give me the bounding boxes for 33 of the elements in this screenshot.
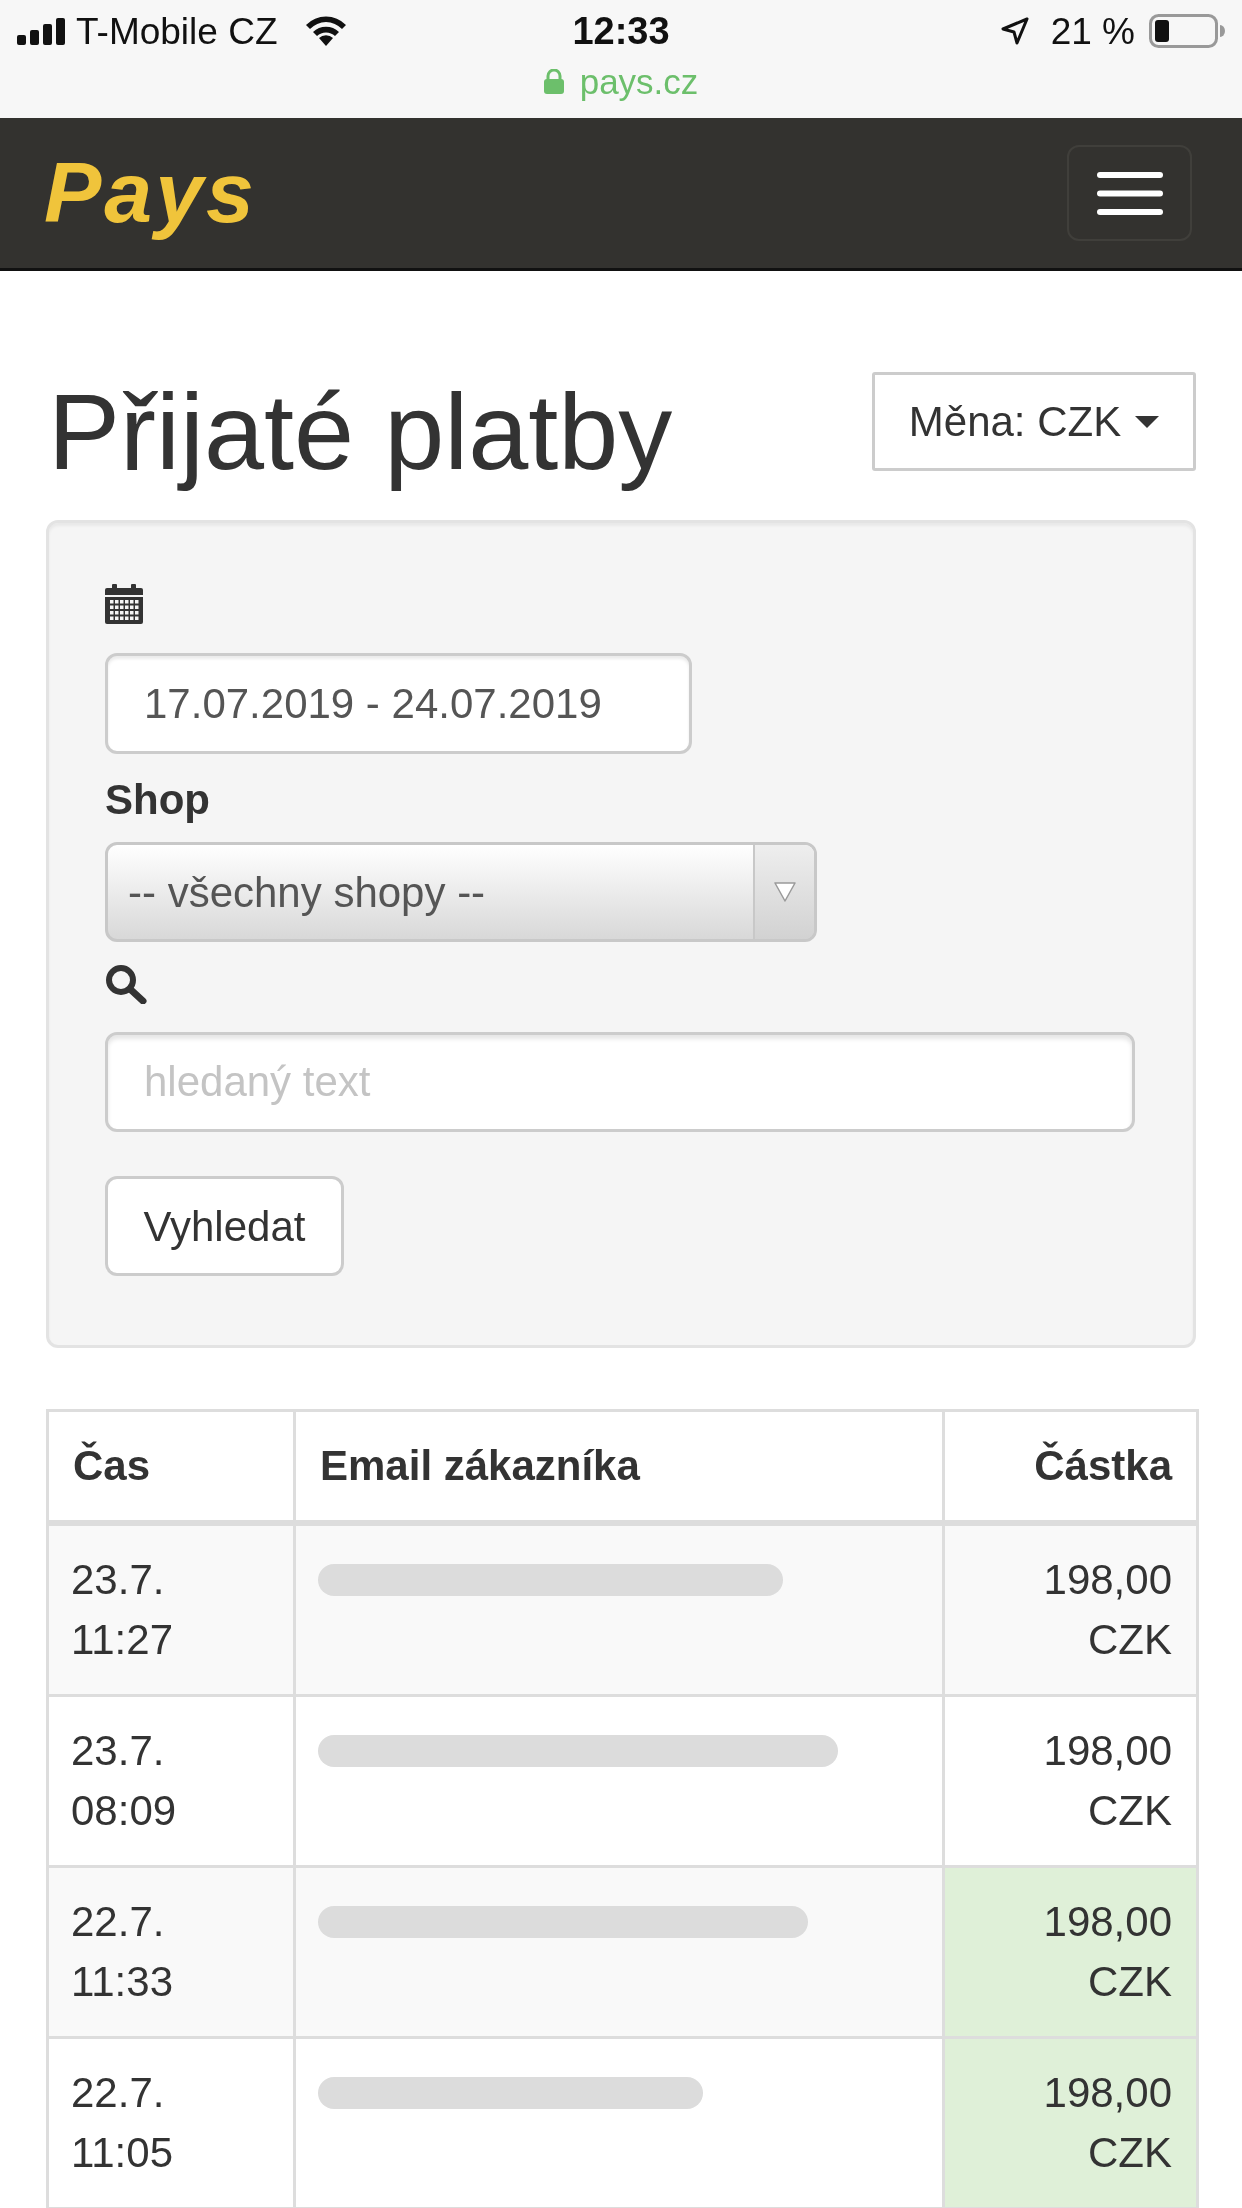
date-range-field[interactable]: 17.07.2019 - 24.07.2019 [105,653,692,754]
table-cell: 23.7. 11:27 [47,1523,295,1696]
wifi-icon [305,16,348,46]
battery-percent: 21 % [1050,12,1135,50]
table-cell: 198,00 CZK [943,1523,1198,1696]
logo[interactable]: Pays [40,137,271,249]
menu-icon [1096,171,1163,215]
battery-icon [1149,14,1225,48]
location-arrow-icon [1000,17,1029,45]
signal-icon [17,17,66,45]
clock-time: 12:33 [572,12,670,50]
dropdown-arrow-icon [773,882,796,902]
calendar-icon [105,584,143,624]
table-cell: 22.7. 11:05 [47,2037,295,2208]
table-cell: 23.7. 08:09 [47,1695,295,1867]
carrier-name: T-Mobile CZ [76,12,278,50]
search-field[interactable]: hledaný text [105,1032,1135,1132]
table-cell: 22.7. 11:33 [47,1866,295,2038]
table-cell: 198,00 CZK [943,2037,1198,2208]
search-button[interactable]: Vyhledat [105,1176,344,1276]
menu-button[interactable] [1067,145,1192,241]
column-header: Email zákazníka [294,1410,944,1523]
currency-dropdown[interactable]: Měna: CZK [872,372,1196,471]
column-header: Čas [47,1410,295,1523]
lock-icon [543,68,564,94]
page-title: Přijaté platby [47,372,673,491]
column-header: Částka [943,1410,1198,1523]
shop-select[interactable]: -- všechny shopy -- [105,842,817,942]
caret-icon [1135,415,1160,428]
table-cell: 198,00 CZK [943,1695,1198,1867]
search-icon [105,964,147,1004]
shop-label: Shop [105,775,210,825]
table-cell: 198,00 CZK [943,1866,1198,2038]
